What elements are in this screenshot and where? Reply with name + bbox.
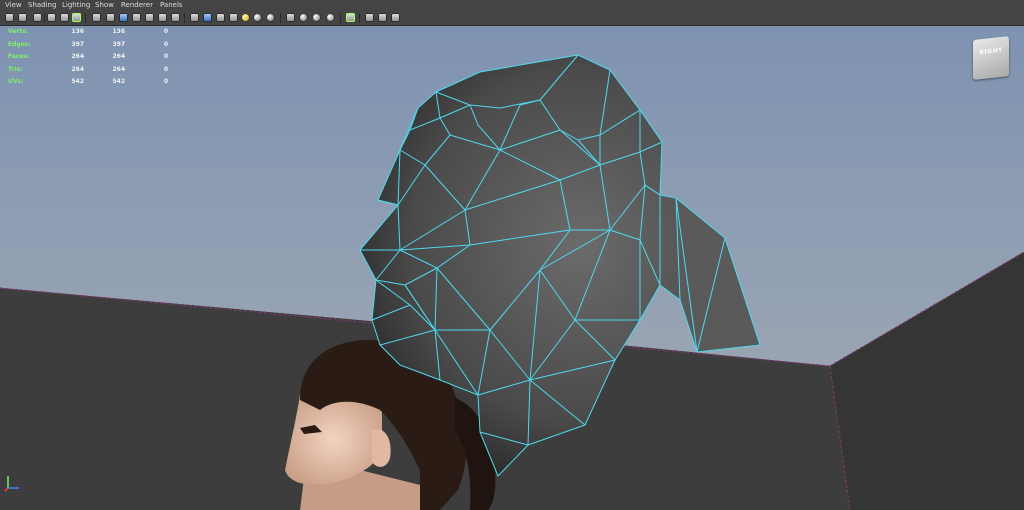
hud-value: 397 — [71, 40, 84, 48]
menu-lighting[interactable]: Lighting — [62, 0, 90, 11]
panel-menu-bar: View Shading Lighting Show Renderer Pane… — [0, 0, 1024, 11]
default-lighting-icon[interactable] — [299, 13, 308, 22]
hud-value: 0 — [163, 65, 168, 73]
menu-panels[interactable]: Panels — [160, 0, 183, 11]
view-cube-face-label[interactable]: RIGHT — [973, 46, 1009, 57]
field-chart-icon[interactable] — [119, 13, 128, 22]
hud-value: 264 — [112, 65, 125, 73]
hud-row-edges: Edges: 397 397 0 — [8, 39, 178, 52]
wireframe-icon[interactable] — [158, 13, 167, 22]
points-icon[interactable] — [216, 13, 225, 22]
toolbar-separator — [44, 13, 45, 23]
select-camera-icon[interactable] — [5, 13, 14, 22]
toolbar-separator — [359, 13, 360, 23]
hud-value: 264 — [71, 65, 84, 73]
hud-row-verts: Verts: 136 136 0 — [8, 26, 178, 39]
isolate-select-icon[interactable] — [346, 13, 355, 22]
xray-icon[interactable] — [253, 13, 262, 22]
safe-title-icon[interactable] — [145, 13, 154, 22]
bookmark-icon[interactable] — [33, 13, 42, 22]
hud-value: 542 — [71, 78, 84, 85]
anti-aliasing-icon[interactable] — [391, 13, 400, 22]
four-panel-icon[interactable] — [378, 13, 387, 22]
image-plane-icon[interactable] — [47, 13, 56, 22]
use-default-material-icon[interactable] — [229, 13, 238, 22]
hud-value: 0 — [163, 78, 168, 85]
view-cube[interactable]: RIGHT — [973, 36, 1009, 80]
safe-action-icon[interactable] — [132, 13, 141, 22]
bounding-box-icon[interactable] — [203, 13, 212, 22]
hud-value: 136 — [112, 28, 125, 35]
panel-toolbar — [0, 11, 1024, 26]
gate-mask-icon[interactable] — [106, 13, 115, 22]
toolbar-separator — [85, 13, 86, 23]
hud-value: 397 — [112, 40, 125, 48]
toolbar-separator — [340, 13, 341, 23]
camera-attributes-icon[interactable] — [18, 13, 27, 22]
wireframe-on-shaded-icon[interactable] — [241, 13, 250, 22]
menu-shading[interactable]: Shading — [28, 0, 56, 11]
hud-label: Edges: — [8, 40, 31, 48]
hud-value: 136 — [71, 28, 84, 35]
poly-count-hud: Verts: 136 136 0 Edges: 397 397 0 Faces:… — [8, 26, 178, 89]
shadows-icon[interactable] — [326, 13, 335, 22]
xray-joints-icon[interactable] — [266, 13, 275, 22]
hud-row-uvs: UVs: 542 542 0 — [8, 76, 178, 89]
hud-label: Faces: — [8, 53, 30, 60]
menu-show[interactable]: Show — [95, 0, 114, 11]
smooth-shade-icon[interactable] — [171, 13, 180, 22]
perspective-viewport[interactable] — [0, 26, 1024, 510]
hud-value: 542 — [112, 78, 125, 85]
toolbar-separator — [184, 13, 185, 23]
hud-row-faces: Faces: 264 264 0 — [8, 51, 178, 64]
hud-value: 264 — [112, 53, 125, 60]
menu-view[interactable]: View — [5, 0, 22, 11]
two-panel-icon[interactable] — [365, 13, 374, 22]
hud-value: 0 — [163, 28, 168, 35]
resolution-gate-icon[interactable] — [92, 13, 101, 22]
toolbar-separator — [280, 13, 281, 23]
hud-row-tris: Tris: 264 264 0 — [8, 64, 178, 77]
axis-indicator-icon — [4, 476, 19, 492]
textured-icon[interactable] — [286, 13, 295, 22]
menu-renderer[interactable]: Renderer — [121, 0, 153, 11]
flat-shade-icon[interactable] — [190, 13, 199, 22]
hud-value: 0 — [163, 53, 168, 60]
use-all-lights-icon[interactable] — [312, 13, 321, 22]
hud-value: 0 — [163, 40, 168, 48]
hud-label: Tris: — [8, 65, 23, 73]
hud-value: 264 — [71, 53, 84, 60]
hud-label: Verts: — [8, 28, 29, 35]
grid-icon[interactable] — [60, 13, 69, 22]
hud-label: UVs: — [8, 78, 24, 85]
film-gate-icon[interactable] — [72, 13, 81, 22]
